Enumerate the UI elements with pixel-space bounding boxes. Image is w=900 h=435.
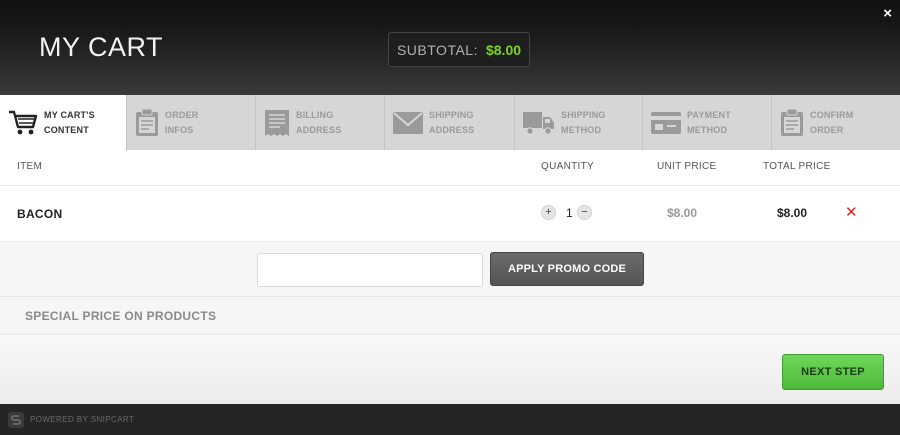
promo-code-input[interactable] [257, 253, 483, 287]
step-label: BILLING ADDRESS [296, 109, 342, 135]
cart-header: MY CART SUBTOTAL: $8.00 × [0, 0, 900, 95]
quantity-value: 1 [566, 206, 573, 220]
step-billing-address[interactable]: BILLING ADDRESS [256, 95, 385, 150]
promo-section: APPLY PROMO CODE [0, 242, 900, 297]
step-order-infos[interactable]: ORDER INFOS [127, 95, 256, 150]
cart-icon [9, 110, 38, 135]
step-label: SHIPPING METHOD [561, 109, 606, 135]
step-shipping-address[interactable]: SHIPPING ADDRESS [385, 95, 515, 150]
snipcart-logo-icon [8, 412, 24, 428]
step-confirm-order[interactable]: CONFIRM ORDER [772, 95, 900, 150]
checkout-steps: MY CART'S CONTENT ORDER INFOS BILLING ADDR… [0, 95, 900, 151]
subtotal-label: SUBTOTAL: [396, 41, 478, 58]
step-label: ORDER INFOS [165, 109, 199, 135]
step-label: CONFIRM ORDER [810, 109, 854, 135]
close-icon[interactable]: × [883, 5, 892, 22]
remove-icon[interactable]: ✕ [845, 203, 858, 221]
column-item: ITEM [17, 161, 43, 172]
column-unit-price: UNIT PRICE [657, 161, 717, 172]
unit-price: $8.00 [667, 206, 698, 220]
next-step-button[interactable]: NEXT STEP [782, 354, 884, 390]
powered-by-text[interactable]: POWERED BY SNIPCART [30, 415, 134, 424]
clipboard-check-icon [781, 108, 803, 136]
increment-button[interactable]: + [541, 205, 556, 220]
column-total-price: TOTAL PRICE [763, 161, 831, 172]
subtotal-box: SUBTOTAL: $8.00 [388, 32, 530, 67]
special-price-section: SPECIAL PRICE ON PRODUCTS [0, 297, 900, 335]
step-label: MY CART'S CONTENT [44, 110, 95, 135]
receipt-icon [265, 109, 289, 136]
powered-by-bar: POWERED BY SNIPCART [0, 404, 900, 435]
column-quantity: QUANTITY [541, 161, 594, 172]
decrement-button[interactable]: − [577, 205, 592, 220]
truck-icon [523, 111, 554, 135]
total-price: $8.00 [777, 206, 808, 220]
envelope-icon [393, 111, 423, 134]
table-row: BACON + 1 − $8.00 $8.00 ✕ [0, 186, 900, 242]
clipboard-icon [136, 108, 158, 136]
subtotal-value: $8.00 [485, 41, 522, 58]
step-payment-method[interactable]: PAYMENT METHOD [643, 95, 772, 150]
step-cart-content[interactable]: MY CART'S CONTENT [0, 95, 127, 151]
step-label: PAYMENT METHOD [687, 109, 731, 135]
step-label: SHIPPING ADDRESS [429, 109, 475, 135]
apply-promo-button[interactable]: APPLY PROMO CODE [490, 252, 644, 286]
cart-footer: NEXT STEP [0, 335, 900, 404]
step-shipping-method[interactable]: SHIPPING METHOD [515, 95, 643, 150]
special-price-heading: SPECIAL PRICE ON PRODUCTS [25, 309, 217, 323]
credit-card-icon [651, 111, 681, 134]
item-name: BACON [17, 207, 63, 221]
table-header: ITEM QUANTITY UNIT PRICE TOTAL PRICE [0, 150, 900, 186]
cart-title: MY CART [39, 32, 164, 62]
